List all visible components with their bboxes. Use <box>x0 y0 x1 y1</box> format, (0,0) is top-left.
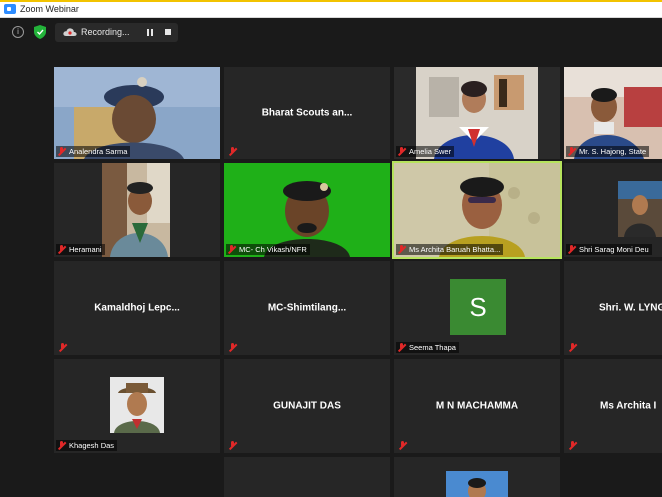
participant-avatar: S <box>450 279 506 335</box>
participant-name-label: Ms Archita Baruah Bhatta... <box>396 244 504 255</box>
participant-name-label: Analendra Sarma <box>56 146 131 157</box>
mic-muted-icon <box>58 343 67 352</box>
participant-tile[interactable]: M N MACHAMMA <box>394 359 560 453</box>
mic-muted-icon <box>398 441 407 450</box>
participant-name: Kamaldhoj Lepc... <box>94 302 180 314</box>
participant-name-label: Shri Sarag Moni Deu <box>566 244 652 255</box>
mic-muted-icon <box>228 441 237 450</box>
mic-muted-icon <box>567 147 576 156</box>
participant-name: Ms Archita I <box>600 400 657 412</box>
participant-tile[interactable]: Shri. W. LYNG <box>564 261 662 355</box>
stop-recording-button[interactable] <box>165 29 171 35</box>
zoom-app-icon <box>4 4 16 14</box>
participant-name: Shri. W. LYNG <box>599 302 662 314</box>
participant-name: Bharat Scouts an... <box>261 107 353 119</box>
participant-name: GUNAJIT DAS <box>273 400 341 412</box>
participant-tile[interactable]: GUNAJIT DAS <box>224 359 390 453</box>
participant-video <box>394 163 560 257</box>
participant-name-label: MC- Ch Vikash/NFR <box>226 244 310 255</box>
participant-video <box>110 377 164 433</box>
participant-video <box>224 163 390 257</box>
participant-video <box>102 163 170 257</box>
shield-icon[interactable] <box>34 25 46 39</box>
mic-muted-icon <box>228 147 237 156</box>
participant-tile[interactable]: Amelia Swer <box>394 67 560 159</box>
participant-video <box>446 471 508 497</box>
participant-tile[interactable] <box>394 457 560 497</box>
participant-name-label: Seema Thapa <box>396 342 459 353</box>
window-title: Zoom Webinar <box>20 4 79 14</box>
cloud-record-icon <box>63 28 77 36</box>
participant-name: M N MACHAMMA <box>435 400 519 412</box>
mic-muted-icon <box>227 245 236 254</box>
mic-muted-icon <box>57 147 66 156</box>
participant-name: MC-Shimtilang... <box>267 302 347 314</box>
participant-tile[interactable]: Kamaldhoj Lepc... <box>54 261 220 355</box>
participant-tile[interactable]: Khagesh Das <box>54 359 220 453</box>
participant-tile[interactable]: Ms Archita I <box>564 359 662 453</box>
mic-muted-icon <box>397 245 406 254</box>
participant-name-label: Mr. S. Hajong, State <box>566 146 650 157</box>
participant-tile[interactable]: Analendra Sarma <box>54 67 220 159</box>
recording-label: Recording... <box>81 27 130 37</box>
participant-tile[interactable]: Heramani <box>54 163 220 257</box>
participant-tile[interactable]: Bharat Scouts an... <box>224 67 390 159</box>
mic-muted-icon <box>57 441 66 450</box>
mic-muted-icon <box>568 343 577 352</box>
title-accent-line <box>0 0 662 2</box>
mic-muted-icon <box>397 147 406 156</box>
participant-name-label: Amelia Swer <box>396 146 455 157</box>
participant-tile[interactable]: S Seema Thapa <box>394 261 560 355</box>
participant-tile-active-speaker[interactable]: Ms Archita Baruah Bhatta... <box>392 161 562 259</box>
participant-tile[interactable] <box>224 457 390 497</box>
mic-muted-icon <box>228 343 237 352</box>
mic-muted-icon <box>397 343 406 352</box>
participant-tile[interactable]: Mr. S. Hajong, State <box>564 67 662 159</box>
participant-name-label: Khagesh Das <box>56 440 118 451</box>
participant-tile[interactable]: MC- Ch Vikash/NFR <box>224 163 390 257</box>
participant-tile[interactable]: Shri Sarag Moni Deu <box>564 163 662 257</box>
participant-tile[interactable]: MC-Shimtilang... <box>224 261 390 355</box>
info-icon[interactable]: i <box>12 26 24 38</box>
mic-muted-icon <box>57 245 66 254</box>
mic-muted-icon <box>567 245 576 254</box>
participant-video <box>618 181 662 237</box>
mic-muted-icon <box>568 441 577 450</box>
pause-recording-button[interactable] <box>147 29 153 36</box>
recording-indicator: Recording... <box>55 23 178 42</box>
title-bar: Zoom Webinar <box>0 0 662 18</box>
participant-name-label: Heramani <box>56 244 105 255</box>
